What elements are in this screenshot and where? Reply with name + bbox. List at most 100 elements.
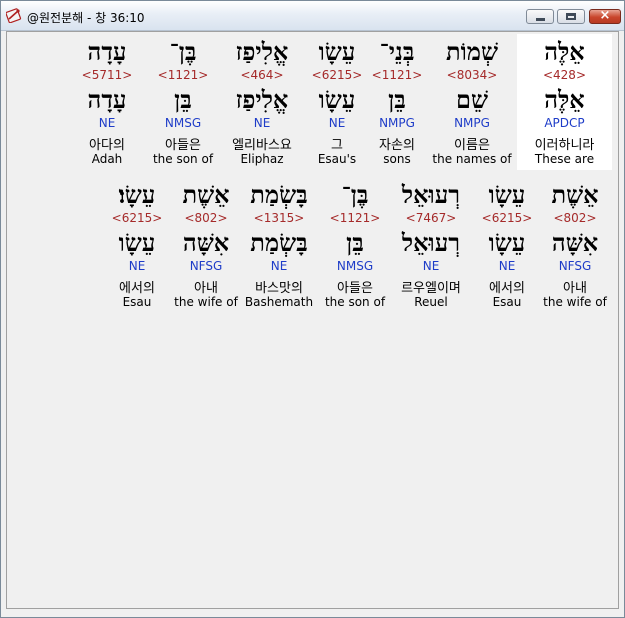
hebrew-word: עֵשָׂו׃ <box>118 180 156 209</box>
word-block[interactable]: עֵשָׂו׃ <6215> עֵשָׂו NE 에서의 Esau <box>107 177 167 313</box>
hebrew-word: רְעוּאֵל <box>401 180 461 209</box>
strong-number[interactable]: <802> <box>171 211 241 225</box>
hebrew-word: בָּשְׂמַת <box>250 180 308 209</box>
lexical-form: עָדָה <box>87 85 127 114</box>
strong-number[interactable]: <1315> <box>243 211 315 225</box>
word-block[interactable]: עֵשָׂו <6215> עֵשָׂו NE 에서의 Esau <box>477 177 537 313</box>
word-block[interactable]: שְׁמוֹת <8034> שֵׁם NMPG 이름은 the names o… <box>429 34 515 170</box>
english-gloss: the wife of <box>543 295 607 309</box>
strong-number[interactable]: <464> <box>222 68 302 82</box>
lexical-form: אִשָּׁה <box>551 228 599 257</box>
lexical-form: אֵלֶּה <box>544 85 585 114</box>
word-block[interactable]: בָּשְׂמַת <1315> בָּשְׂמַת NE 바스맛의 Bashe… <box>243 177 315 313</box>
app-window: @원전분해 - 창 36:10 × אֵלֶּה <428> אֵלֶּה AP… <box>0 0 625 618</box>
english-gloss: Bashemath <box>244 295 314 309</box>
korean-gloss: 아들은 <box>165 138 201 153</box>
close-button[interactable]: × <box>589 8 621 24</box>
parsing-code: NMPG <box>454 116 490 130</box>
parsing-code: NE <box>422 259 440 273</box>
korean-gloss: 이름은 <box>454 138 490 153</box>
korean-gloss: 엘리바스요 <box>232 138 292 153</box>
word-block[interactable]: בֶּן־ <1121> בֵּן NMSG 아들은 the son of <box>321 177 389 313</box>
korean-gloss: 바스맛의 <box>255 281 303 296</box>
korean-gloss: 아다의 <box>89 138 125 153</box>
parsing-code: NE <box>253 116 271 130</box>
word-block[interactable]: אֱלִיפַז <464> אֱלִיפַז NE 엘리바스요 Eliphaz <box>222 34 302 170</box>
hebrew-word: עֵשָׂו <box>318 37 356 66</box>
strong-number[interactable]: <6215> <box>309 68 365 82</box>
english-gloss: Adah <box>91 152 123 166</box>
english-gloss: Reuel <box>414 295 448 309</box>
title-bar[interactable]: @원전분해 - 창 36:10 × <box>1 1 624 31</box>
lexical-form: עֵשָׂו <box>318 85 356 114</box>
parsing-code: NE <box>98 116 116 130</box>
parsing-code: NE <box>270 259 288 273</box>
word-block[interactable]: בֶּן־ <1121> בֵּן NMSG 아들은 the son of <box>149 34 217 170</box>
strong-number[interactable]: <6215> <box>477 211 537 225</box>
strong-number[interactable]: <802> <box>541 211 609 225</box>
lexical-form: עֵשָׂו <box>118 228 156 257</box>
strong-number[interactable]: <5711> <box>77 68 137 82</box>
word-block[interactable]: בְּנֵי־ <1121> בֵּן NMPG 자손의 sons <box>369 34 425 170</box>
minimize-icon <box>536 18 545 21</box>
english-gloss: the names of <box>432 152 512 166</box>
lexical-form: בֵּן <box>174 85 192 114</box>
word-block[interactable]: אֵלֶּה <428> אֵלֶּה APDCP 이러하니라 These ar… <box>517 34 612 170</box>
hebrew-word: אֱלִיפַז <box>235 37 289 66</box>
english-gloss: Esau <box>122 295 152 309</box>
lexical-form: בֵּן <box>388 85 406 114</box>
lexical-form: בָּשְׂמַת <box>250 228 308 257</box>
hebrew-word: אֵשֶׁת <box>551 180 599 209</box>
bible-app-icon <box>6 8 22 23</box>
parsing-code: APDCP <box>544 116 585 130</box>
maximize-button[interactable] <box>557 9 585 24</box>
close-icon: × <box>599 8 611 23</box>
lexical-form: רְעוּאֵל <box>401 228 461 257</box>
korean-gloss: 그 <box>331 138 343 153</box>
word-block[interactable]: רְעוּאֵל <7467> רְעוּאֵל NE 르우엘이며 Reuel <box>391 177 471 313</box>
hebrew-word: אֵשֶׁת <box>182 180 230 209</box>
window-title: @원전분해 - 창 36:10 <box>27 11 145 25</box>
english-gloss: the wife of <box>174 295 238 309</box>
english-gloss: the son of <box>152 152 214 166</box>
korean-gloss: 르우엘이며 <box>401 281 461 296</box>
korean-gloss: 아내 <box>563 281 587 296</box>
strong-number[interactable]: <428> <box>517 68 612 82</box>
maximize-icon <box>566 13 576 20</box>
status-bar <box>1 611 624 617</box>
word-block[interactable]: עָדָה <5711> עָדָה NE 아다의 Adah <box>77 34 137 170</box>
english-gloss: Eliphaz <box>240 152 284 166</box>
strong-number[interactable]: <1121> <box>321 211 389 225</box>
hebrew-word: עֵשָׂו <box>488 180 526 209</box>
hebrew-word: בֶּן־ <box>169 37 197 66</box>
minimize-button[interactable] <box>526 9 554 24</box>
parsing-code: NFSG <box>558 259 592 273</box>
korean-gloss: 이러하니라 <box>534 138 595 153</box>
korean-gloss: 에서의 <box>119 281 155 296</box>
verse-row-2: אֵשֶׁת <802> אִשָּׁה NFSG 아내 the wife of… <box>107 177 612 313</box>
korean-gloss: 아들은 <box>337 281 373 296</box>
english-gloss: Esau's <box>317 152 357 166</box>
strong-number[interactable]: <1121> <box>149 68 217 82</box>
strong-number[interactable]: <1121> <box>369 68 425 82</box>
korean-gloss: 아내 <box>194 281 218 296</box>
parsing-code: NE <box>128 259 146 273</box>
parsing-code: NE <box>498 259 516 273</box>
english-gloss: Esau <box>492 295 522 309</box>
parsing-code: NE <box>328 116 346 130</box>
parsing-code: NMPG <box>379 116 415 130</box>
hebrew-word: שְׁמוֹת <box>446 37 498 66</box>
lexical-form: שֵׁם <box>456 85 488 114</box>
strong-number[interactable]: <6215> <box>107 211 167 225</box>
verse-row-1: אֵלֶּה <428> אֵלֶּה APDCP 이러하니라 These ar… <box>77 34 617 170</box>
english-gloss: These are <box>534 152 595 166</box>
parsing-code: NMSG <box>336 259 374 273</box>
word-block[interactable]: אֵשֶׁת <802> אִשָּׁה NFSG 아내 the wife of <box>541 177 609 313</box>
english-gloss: sons <box>383 152 411 166</box>
strong-number[interactable]: <7467> <box>391 211 471 225</box>
word-block[interactable]: אֵשֶׁת <802> אִשָּׁה NFSG 아내 the wife of <box>171 177 241 313</box>
hebrew-word: בֶּן־ <box>341 180 369 209</box>
hebrew-word: עָדָה <box>87 37 127 66</box>
strong-number[interactable]: <8034> <box>429 68 515 82</box>
word-block[interactable]: עֵשָׂו <6215> עֵשָׂו NE 그 Esau's <box>309 34 365 170</box>
